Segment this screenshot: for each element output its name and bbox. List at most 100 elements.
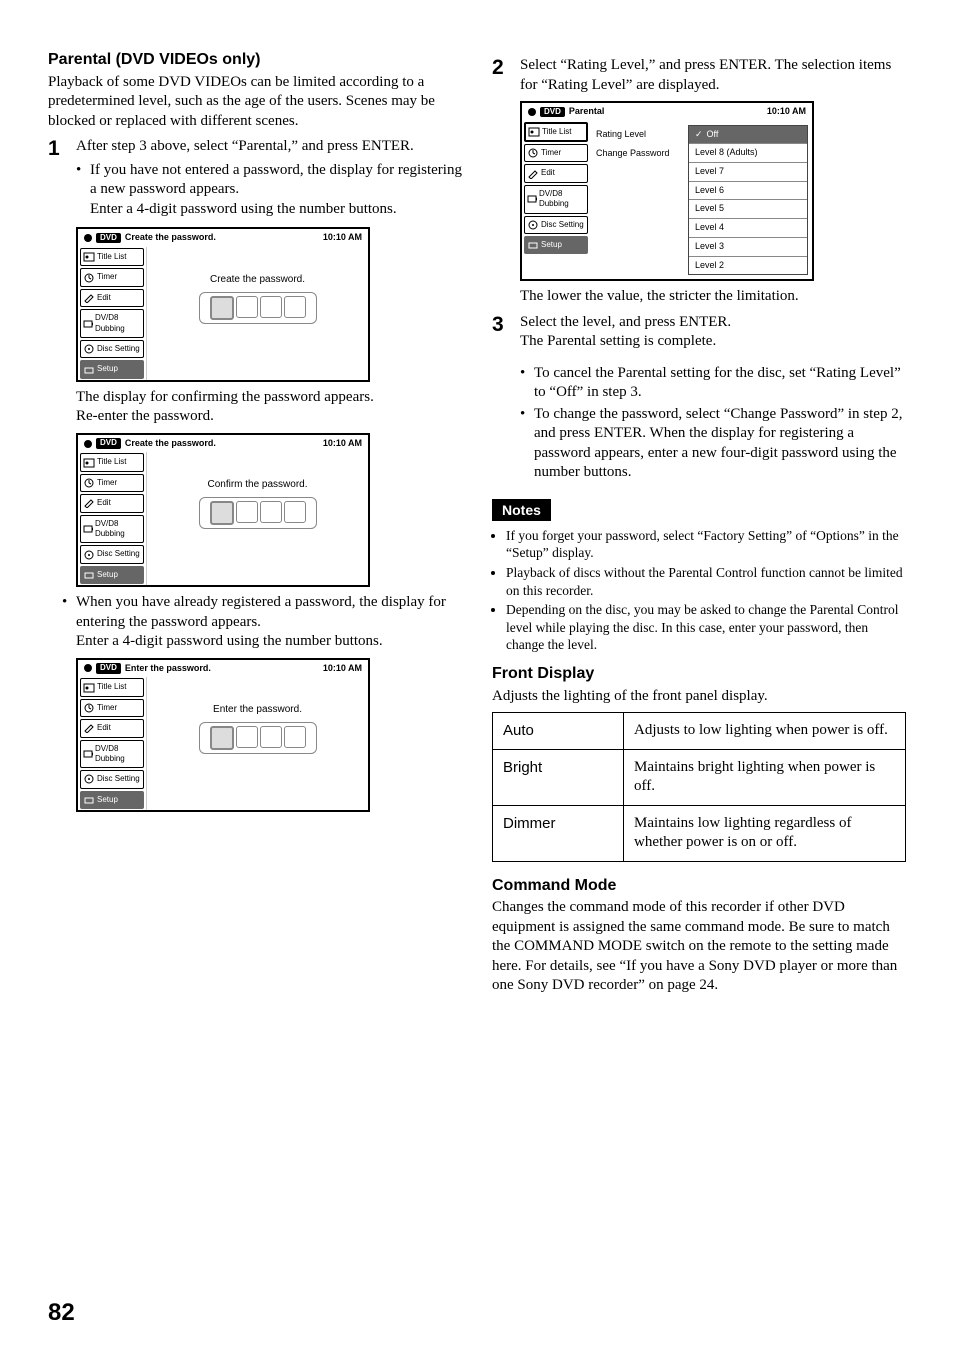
menu-timer: Timer	[80, 699, 144, 717]
dvd-badge: DVD	[540, 107, 565, 117]
parental-heading: Parental (DVD VIDEOs only)	[48, 50, 462, 71]
check-icon: ✓	[695, 129, 703, 139]
shot1-prompt: Create the password.	[153, 273, 362, 286]
dvd-badge: DVD	[96, 233, 121, 243]
menu-disc-setting: Disc Setting	[80, 545, 144, 563]
record-icon	[528, 108, 536, 116]
step-3-number: 3	[492, 313, 520, 485]
step-1-text: After step 3 above, select “Parental,” a…	[76, 137, 462, 157]
step-1-bullet-cont: Enter a 4-digit password using the numbe…	[90, 200, 462, 220]
level-4: Level 4	[689, 219, 807, 238]
menu-dv-dubbing: DV/D8 Dubbing	[80, 515, 144, 544]
level-2: Level 2	[689, 257, 807, 275]
step-3-bullet2: To change the password, select “Change P…	[534, 405, 906, 483]
dimmer-val: Maintains low lighting regardless of whe…	[624, 805, 906, 861]
screenshot-parental-levels: DVD Parental 10:10 AM Title List Timer E…	[520, 101, 814, 281]
step-3-line1: Select the level, and press ENTER.	[520, 313, 906, 333]
level-7: Level 7	[689, 163, 807, 182]
menu-title-list: Title List	[524, 122, 588, 142]
note-3: Depending on the disc, you may be asked …	[506, 601, 906, 654]
menu-edit: Edit	[524, 164, 588, 182]
bright-val: Maintains bright lighting when power is …	[624, 749, 906, 805]
step-1-bullet: If you have not entered a password, the …	[90, 161, 462, 200]
menu-disc-setting: Disc Setting	[80, 770, 144, 788]
level-3: Level 3	[689, 238, 807, 257]
menu-timer: Timer	[80, 474, 144, 492]
menu-disc-setting: Disc Setting	[80, 340, 144, 358]
bullet-dot: •	[76, 161, 90, 220]
menu-timer: Timer	[80, 268, 144, 286]
screenshot-create-password: DVD Create the password. 10:10 AM Title …	[76, 227, 370, 381]
level-6: Level 6	[689, 182, 807, 201]
bullet-dot: •	[520, 405, 534, 483]
bright-key: Bright	[493, 749, 624, 805]
shot-time: 10:10 AM	[767, 106, 806, 118]
menu-title-list: Title List	[80, 678, 144, 696]
shot1-title: Create the password.	[125, 232, 216, 244]
menu-dv-dubbing: DV/D8 Dubbing	[524, 185, 588, 214]
change-password-label: Change Password	[594, 144, 684, 164]
rating-level-label: Rating Level	[594, 125, 684, 145]
menu-setup: Setup	[80, 360, 144, 378]
shot2-title: Create the password.	[125, 438, 216, 450]
disc-icon	[83, 344, 95, 354]
after-shot4: The lower the value, the stricter the li…	[520, 287, 906, 307]
shot2-prompt: Confirm the password.	[153, 478, 362, 491]
setup-icon	[83, 365, 95, 375]
step-3-bullet1: To cancel the Parental setting for the d…	[534, 364, 906, 403]
front-display-heading: Front Display	[492, 664, 906, 685]
page-number: 82	[48, 1297, 75, 1328]
menu-dv-dubbing: DV/D8 Dubbing	[80, 740, 144, 769]
auto-key: Auto	[493, 713, 624, 750]
title-list-icon	[83, 252, 95, 262]
level-off: ✓Off	[689, 126, 807, 145]
step-2-text: Select “Rating Level,” and press ENTER. …	[520, 56, 906, 95]
command-mode-heading: Command Mode	[492, 876, 906, 897]
menu-setup: Setup	[524, 236, 588, 254]
shot3-prompt: Enter the password.	[153, 703, 362, 716]
shot-time: 10:10 AM	[323, 663, 362, 675]
note-1: If you forget your password, select “Fac…	[506, 527, 906, 562]
after-shot1-b: Re-enter the password.	[76, 407, 462, 427]
bullet2-cont: Enter a 4-digit password using the numbe…	[76, 632, 462, 652]
menu-edit: Edit	[80, 289, 144, 307]
bullet-dot: •	[520, 364, 534, 403]
menu-timer: Timer	[524, 144, 588, 162]
dvd-badge: DVD	[96, 438, 121, 448]
level-5: Level 5	[689, 200, 807, 219]
edit-icon	[83, 293, 95, 303]
menu-edit: Edit	[80, 719, 144, 737]
menu-setup: Setup	[80, 791, 144, 809]
parental-intro: Playback of some DVD VIDEOs can be limit…	[48, 73, 462, 132]
command-mode-body: Changes the command mode of this recorde…	[492, 898, 906, 996]
screenshot-enter-password: DVD Enter the password. 10:10 AM Title L…	[76, 658, 370, 812]
screenshot-confirm-password: DVD Create the password. 10:10 AM Title …	[76, 433, 370, 587]
dimmer-key: Dimmer	[493, 805, 624, 861]
dvd-badge: DVD	[96, 663, 121, 673]
shot4-title: Parental	[569, 106, 605, 118]
after-shot1-a: The display for confirming the password …	[76, 388, 462, 408]
note-2: Playback of discs without the Parental C…	[506, 564, 906, 599]
step-3-line2: The Parental setting is complete.	[520, 332, 906, 352]
record-icon	[84, 664, 92, 672]
menu-disc-setting: Disc Setting	[524, 216, 588, 234]
record-icon	[84, 440, 92, 448]
auto-val: Adjusts to low lighting when power is of…	[624, 713, 906, 750]
menu-edit: Edit	[80, 494, 144, 512]
step-2-number: 2	[492, 56, 520, 95]
timer-icon	[83, 273, 95, 283]
menu-setup: Setup	[80, 566, 144, 584]
front-display-intro: Adjusts the lighting of the front panel …	[492, 687, 906, 707]
menu-title-list: Title List	[80, 248, 144, 266]
menu-dv-dubbing: DV/D8 Dubbing	[80, 309, 144, 338]
level-8: Level 8 (Adults)	[689, 144, 807, 163]
bullet-dot: •	[62, 593, 76, 652]
front-display-table: Auto Adjusts to low lighting when power …	[492, 712, 906, 862]
shot-time: 10:10 AM	[323, 438, 362, 450]
password-boxes	[199, 722, 317, 754]
dv-icon	[83, 319, 93, 329]
menu-title-list: Title List	[80, 453, 144, 471]
record-icon	[84, 234, 92, 242]
notes-badge: Notes	[492, 499, 551, 521]
step-1-number: 1	[48, 137, 76, 221]
